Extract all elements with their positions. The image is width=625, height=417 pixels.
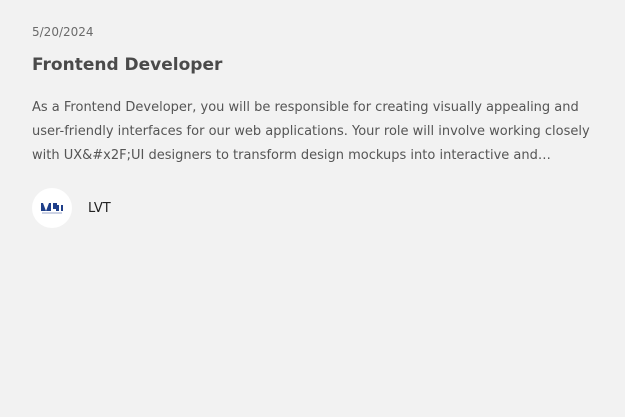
company-name[interactable]: LVT — [88, 201, 111, 216]
job-description: As a Frontend Developer, you will be res… — [32, 100, 590, 163]
job-card[interactable]: 5/20/2024 Frontend Developer As a Fronte… — [0, 0, 625, 417]
company-info[interactable]: LVT — [32, 188, 593, 228]
company-logo-icon — [41, 203, 63, 214]
job-title[interactable]: Frontend Developer — [32, 53, 593, 77]
company-logo — [32, 188, 72, 228]
posted-date: 5/20/2024 — [32, 25, 94, 39]
